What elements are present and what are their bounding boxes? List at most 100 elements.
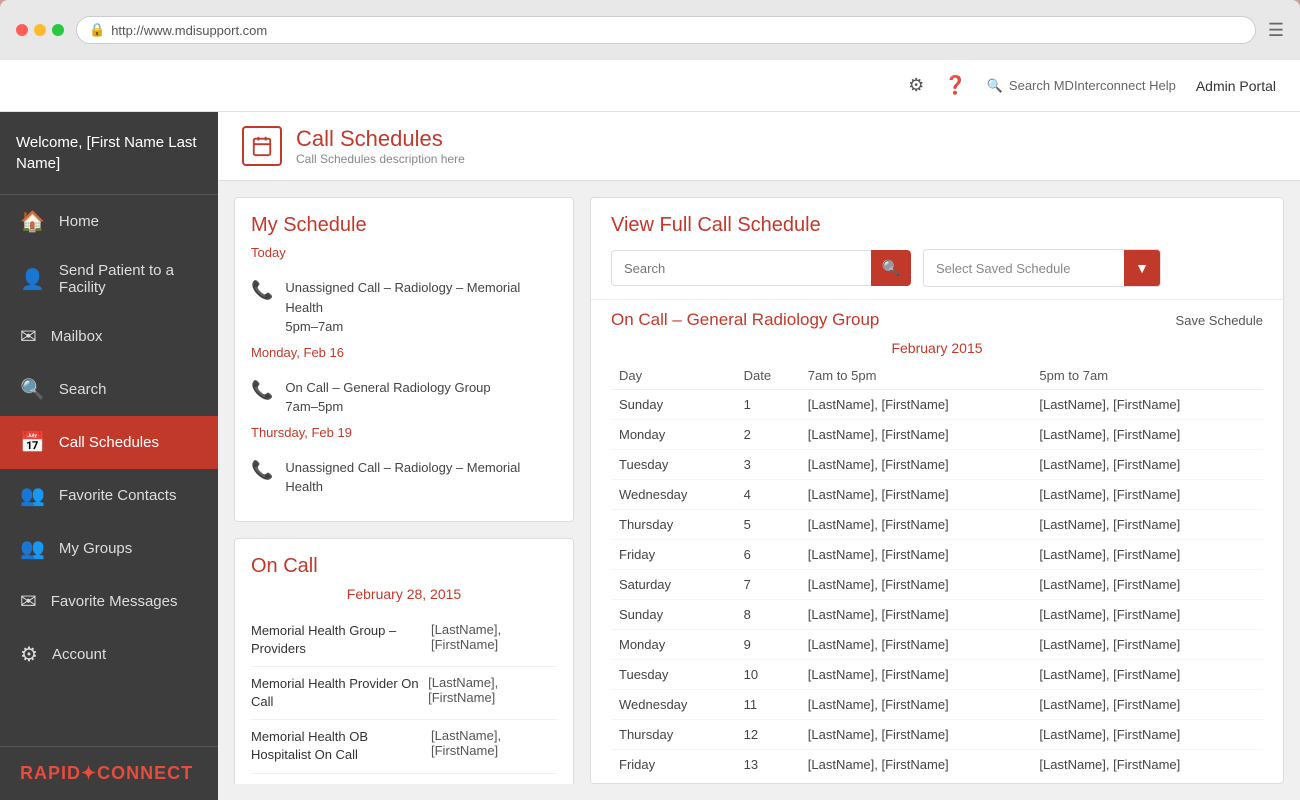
browser-menu-icon[interactable]: ☰ <box>1268 20 1284 41</box>
cell-pm: [LastName], [FirstName] <box>1031 510 1263 540</box>
page-header-text: Call Schedules Call Schedules descriptio… <box>296 126 465 166</box>
schedule-table-wrapper[interactable]: Day Date 7am to 5pm 5pm to 7am Sunday 1 … <box>591 362 1283 783</box>
sidebar-account-label: Account <box>52 646 106 663</box>
address-bar[interactable]: 🔒 http://www.mdisupport.com <box>76 16 1256 44</box>
mailbox-icon: ✉ <box>20 324 37 349</box>
sidebar-item-account[interactable]: ⚙ Account <box>0 628 218 681</box>
cell-date: 12 <box>736 720 800 750</box>
cell-date: 1 <box>736 390 800 420</box>
right-panel: View Full Call Schedule 🔍 Select Saved S… <box>590 197 1284 784</box>
save-schedule-button[interactable]: Save Schedule <box>1176 313 1263 328</box>
sidebar-item-favorite-contacts[interactable]: 👥 Favorite Contacts <box>0 469 218 522</box>
sidebar-nav: 🏠 Home 👤 Send Patient to a Facility ✉ Ma… <box>0 195 218 746</box>
cell-date: 13 <box>736 750 800 780</box>
cell-date: 6 <box>736 540 800 570</box>
schedule-item-3: 📞 Unassigned Call – Radiology – Memorial… <box>251 450 557 505</box>
sidebar-item-my-groups[interactable]: 👥 My Groups <box>0 522 218 575</box>
cell-day: Monday <box>611 420 736 450</box>
sidebar-send-patient-label: Send Patient to a Facility <box>59 262 198 296</box>
cell-am: [LastName], [FirstName] <box>800 690 1032 720</box>
schedule-item-2-time: 7am–5pm <box>285 399 343 414</box>
table-row: Sunday 8 [LastName], [FirstName] [LastNa… <box>611 600 1263 630</box>
content-area: Call Schedules Call Schedules descriptio… <box>218 112 1300 800</box>
schedule-month: February 2015 <box>611 340 1263 356</box>
col-day: Day <box>611 362 736 390</box>
cell-date: 11 <box>736 690 800 720</box>
panels: My Schedule Today 📞 Unassigned Call – Ra… <box>218 181 1300 800</box>
sidebar-my-groups-label: My Groups <box>59 540 132 557</box>
sidebar-item-search[interactable]: 🔍 Search <box>0 363 218 416</box>
schedule-table-header: Day Date 7am to 5pm 5pm to 7am <box>611 362 1263 390</box>
phone-icon: 📞 <box>251 280 273 301</box>
phone-icon-2: 📞 <box>251 380 273 401</box>
sidebar-item-mailbox[interactable]: ✉ Mailbox <box>0 310 218 363</box>
sidebar-item-send-patient[interactable]: 👤 Send Patient to a Facility <box>0 248 218 310</box>
cell-pm: [LastName], [FirstName] <box>1031 390 1263 420</box>
table-row: Thursday 5 [LastName], [FirstName] [Last… <box>611 510 1263 540</box>
cell-pm: [LastName], [FirstName] <box>1031 570 1263 600</box>
right-toolbar: 🔍 Select Saved Schedule ▼ <box>611 249 1263 287</box>
page-description: Call Schedules description here <box>296 152 465 166</box>
cell-date: 4 <box>736 480 800 510</box>
cell-pm: [LastName], [FirstName] <box>1031 720 1263 750</box>
cell-am: [LastName], [FirstName] <box>800 600 1032 630</box>
full-schedule-search-input[interactable] <box>611 250 871 286</box>
on-call-group-1: Memorial Health Group – Providers <box>251 622 431 658</box>
table-row: Tuesday 10 [LastName], [FirstName] [Last… <box>611 660 1263 690</box>
sidebar: Welcome, [First Name Last Name] 🏠 Home 👤… <box>0 112 218 800</box>
schedule-item-time: 5pm–7am <box>285 319 343 334</box>
cell-date: 2 <box>736 420 800 450</box>
schedule-item-3-text: Unassigned Call – Radiology – Memorial H… <box>285 460 520 495</box>
full-schedule-search-button[interactable]: 🔍 <box>871 250 911 286</box>
cell-pm: [LastName], [FirstName] <box>1031 450 1263 480</box>
schedule-table-body: Sunday 1 [LastName], [FirstName] [LastNa… <box>611 390 1263 780</box>
col-date: Date <box>736 362 800 390</box>
select-arrow-icon[interactable]: ▼ <box>1124 250 1160 286</box>
account-icon: ⚙ <box>20 642 38 667</box>
today-label: Today <box>251 245 557 260</box>
sidebar-item-call-schedules[interactable]: 📅 Call Schedules <box>0 416 218 469</box>
admin-portal-link[interactable]: Admin Portal <box>1196 78 1276 94</box>
cell-pm: [LastName], [FirstName] <box>1031 540 1263 570</box>
cell-am: [LastName], [FirstName] <box>800 510 1032 540</box>
on-call-person-4: [LastName], [FirstName] <box>428 782 557 784</box>
cell-day: Tuesday <box>611 660 736 690</box>
favorite-contacts-icon: 👥 <box>20 483 45 508</box>
sidebar-mailbox-label: Mailbox <box>51 328 103 345</box>
on-call-row-2: Memorial Health Provider On Call [LastNa… <box>251 667 557 720</box>
on-call-person-1: [LastName], [FirstName] <box>431 622 557 652</box>
schedule-text: Unassigned Call – Radiology – Memorial H… <box>285 278 557 337</box>
cell-date: 3 <box>736 450 800 480</box>
search-nav-icon: 🔍 <box>20 377 45 402</box>
saved-schedule-select-wrapper: Select Saved Schedule ▼ <box>923 249 1161 287</box>
topbar-search[interactable]: 🔍 Search MDInterconnect Help <box>987 78 1176 94</box>
on-call-group-3: Memorial Health OB Hospitalist On Call <box>251 728 431 764</box>
cell-pm: [LastName], [FirstName] <box>1031 630 1263 660</box>
feb19-label: Thursday, Feb 19 <box>251 425 557 440</box>
settings-icon[interactable]: ⚙ <box>908 75 924 96</box>
search-help-text: Search MDInterconnect Help <box>1009 78 1176 93</box>
table-row: Friday 13 [LastName], [FirstName] [LastN… <box>611 750 1263 780</box>
full-schedule-search: 🔍 <box>611 250 911 286</box>
schedule-group-title: On Call – General Radiology Group <box>611 310 879 330</box>
saved-schedule-select[interactable]: Select Saved Schedule <box>924 250 1124 286</box>
sidebar-item-favorite-messages[interactable]: ✉ Favorite Messages <box>0 575 218 628</box>
cell-am: [LastName], [FirstName] <box>800 420 1032 450</box>
top-bar: ⚙ ❓ 🔍 Search MDInterconnect Help Admin P… <box>0 60 1300 112</box>
sidebar-item-home[interactable]: 🏠 Home <box>0 195 218 248</box>
cell-date: 9 <box>736 630 800 660</box>
cell-am: [LastName], [FirstName] <box>800 570 1032 600</box>
cell-date: 7 <box>736 570 800 600</box>
on-call-person-2: [LastName], [FirstName] <box>428 675 557 705</box>
cell-day: Thursday <box>611 510 736 540</box>
cell-day: Friday <box>611 540 736 570</box>
cell-day: Tuesday <box>611 450 736 480</box>
sidebar-search-label: Search <box>59 381 107 398</box>
lock-icon: 🔒 <box>89 22 105 38</box>
sidebar-favorite-contacts-label: Favorite Contacts <box>59 487 177 504</box>
schedule-subheader: On Call – General Radiology Group Save S… <box>591 300 1283 340</box>
table-row: Monday 9 [LastName], [FirstName] [LastNa… <box>611 630 1263 660</box>
sidebar-welcome: Welcome, [First Name Last Name] <box>0 112 218 195</box>
schedule-item-2: 📞 On Call – General Radiology Group 7am–… <box>251 370 557 425</box>
help-icon[interactable]: ❓ <box>944 75 966 96</box>
